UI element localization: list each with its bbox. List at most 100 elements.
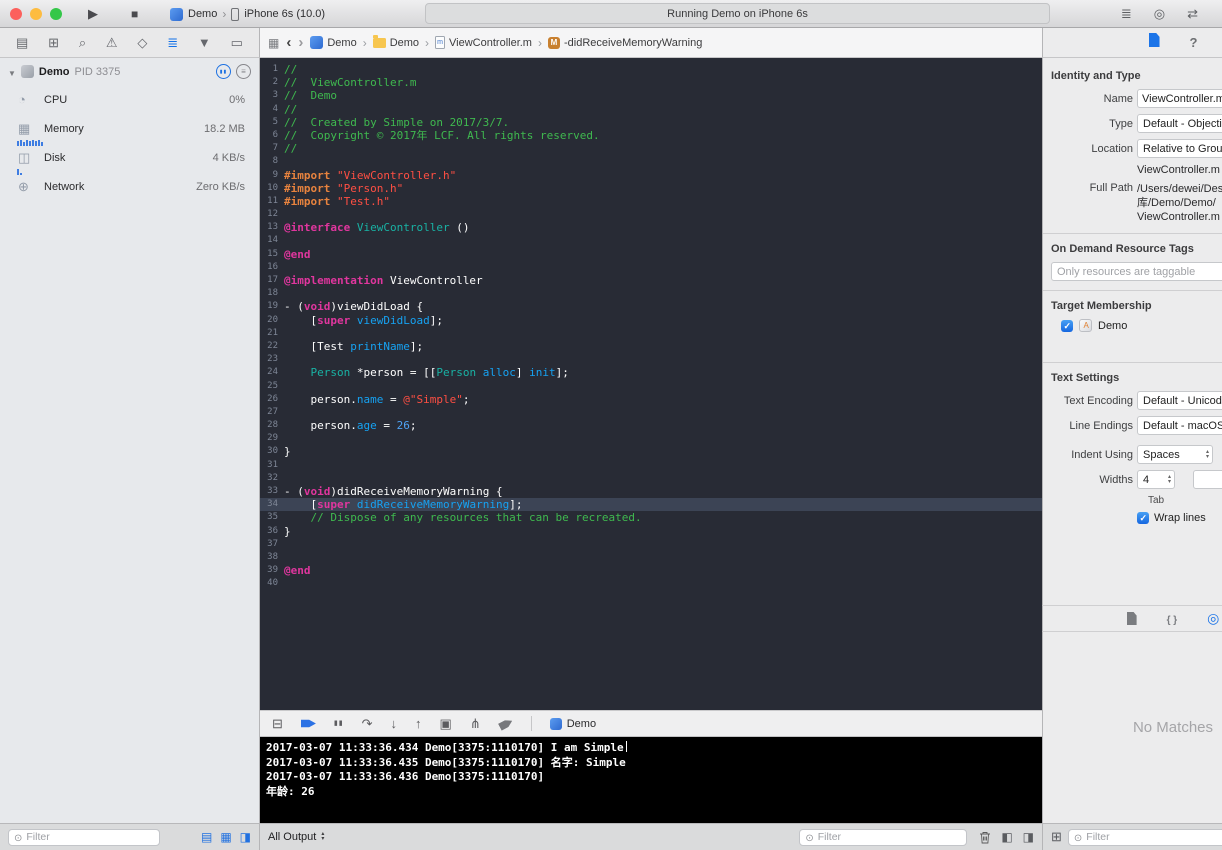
code-line[interactable]: 3// Demo [260,89,1042,102]
code-line[interactable]: 26 person.name = @"Simple"; [260,393,1042,406]
jumpbar-crumb[interactable]: Demo [310,36,357,49]
close-window-button[interactable] [10,8,22,20]
wrap-lines-row[interactable]: Wrap lines [1051,512,1222,524]
memory-graph-button[interactable] [236,64,251,79]
code-line[interactable]: 8 [260,155,1042,168]
gauge-view-icon-1[interactable]: ▤ [201,830,212,844]
step-out-icon[interactable]: ↑ [415,717,422,730]
line-number[interactable]: 7 [260,142,284,155]
indent-width-stepper[interactable] [1193,470,1222,489]
code-line[interactable]: 24 Person *person = [[Person alloc] init… [260,366,1042,379]
file-inspector-tab[interactable] [1148,33,1160,52]
assistant-editor-icon[interactable]: ◎ [1154,6,1165,22]
line-number[interactable]: 10 [260,182,284,195]
code-line[interactable]: 32 [260,472,1042,485]
code-line[interactable]: 30} [260,445,1042,458]
code-line[interactable]: 37 [260,538,1042,551]
simulate-location-icon[interactable] [497,716,514,731]
code-line[interactable]: 7// [260,142,1042,155]
pause-process-button[interactable] [216,64,231,79]
line-endings-popup[interactable]: Default - macOS [1137,416,1222,435]
console-filter-input[interactable] [817,831,962,843]
debug-process-selector[interactable]: Demo [549,717,596,730]
code-line[interactable]: 35 // Dispose of any resources that can … [260,511,1042,524]
line-number[interactable]: 39 [260,564,284,577]
disclosure-triangle-icon[interactable] [8,63,16,81]
object-library-icon[interactable] [1207,610,1219,628]
code-line[interactable]: 21 [260,327,1042,340]
code-line[interactable]: 14 [260,234,1042,247]
text-encoding-popup[interactable]: Default - Unicod [1137,391,1222,410]
line-number[interactable]: 23 [260,353,284,366]
code-line[interactable]: 36} [260,525,1042,538]
code-line[interactable]: 16 [260,261,1042,274]
location-popup[interactable]: Relative to Group [1137,139,1222,158]
target-checkbox[interactable] [1061,319,1073,332]
line-number[interactable]: 3 [260,89,284,102]
breakpoints-toggle-icon[interactable] [300,719,316,728]
console-pane-toggle-icon[interactable]: ◨ [1023,830,1034,844]
back-button-icon[interactable] [286,34,291,51]
gauge-row-disk[interactable]: ◫ Disk 4 KB/s [0,143,259,175]
jumpbar-crumb[interactable]: Demo [372,35,419,49]
code-line[interactable]: 2// ViewController.m [260,76,1042,89]
library-filter-input[interactable] [1086,831,1222,843]
line-number[interactable]: 37 [260,538,284,551]
variables-pane-toggle-icon[interactable]: ◧ [1001,830,1012,844]
line-number[interactable]: 26 [260,393,284,406]
resource-tags-input[interactable] [1057,265,1222,278]
line-number[interactable]: 32 [260,472,284,485]
library-filter-field[interactable] [1067,828,1222,846]
line-number[interactable]: 5 [260,116,284,129]
navigator-filter-input[interactable] [26,831,154,843]
code-line[interactable]: 29 [260,432,1042,445]
code-line[interactable]: 5// Created by Simple on 2017/3/7. [260,116,1042,129]
navigator-filter-field[interactable] [8,828,160,846]
line-number[interactable]: 12 [260,208,284,221]
line-number[interactable]: 4 [260,103,284,116]
minimize-window-button[interactable] [30,8,42,20]
line-number[interactable]: 31 [260,459,284,472]
project-navigator-icon[interactable]: ▤ [16,35,28,51]
output-scope-popup[interactable]: All Output [268,831,324,843]
search-navigator-icon[interactable]: ⌕ [79,35,86,51]
code-line[interactable]: 12 [260,208,1042,221]
step-over-icon[interactable]: ↷ [362,717,373,730]
code-line[interactable]: 38 [260,551,1042,564]
code-line[interactable]: 4// [260,103,1042,116]
stop-button[interactable]: ■ [131,0,138,28]
code-line[interactable]: 22 [Test printName]; [260,340,1042,353]
step-into-icon[interactable]: ↓ [391,717,398,730]
hide-debug-area-icon[interactable]: ⊟ [272,717,283,730]
line-number[interactable]: 27 [260,406,284,419]
test-navigator-icon[interactable]: ◇ [137,35,147,51]
symbol-navigator-icon[interactable]: ⊞ [48,35,59,51]
tab-width-stepper[interactable]: 4 [1137,470,1175,489]
quick-help-tab[interactable] [1190,34,1198,52]
line-number[interactable]: 1 [260,63,284,76]
line-number[interactable]: 28 [260,419,284,432]
code-snippet-library-icon[interactable] [1167,610,1178,628]
resource-tags-field[interactable] [1051,262,1222,281]
line-number[interactable]: 20 [260,314,284,327]
code-line[interactable]: 15 @end [260,248,1042,261]
line-number[interactable]: 36 [260,525,284,538]
memory-graph-icon[interactable]: ⋔ [470,717,481,730]
line-number[interactable]: 40 [260,577,284,590]
line-number[interactable]: 34 [260,498,284,511]
view-hierarchy-icon[interactable]: ▣ [440,717,452,730]
console-area[interactable]: 2017-03-07 11:33:36.434 Demo[3375:111017… [260,737,1042,823]
code-line[interactable]: 10 #import "Person.h" [260,182,1042,195]
file-type-popup[interactable]: Default - Objecti [1137,114,1222,133]
code-line[interactable]: 40 [260,577,1042,590]
related-items-icon[interactable] [268,36,279,50]
zoom-window-button[interactable] [50,8,62,20]
gauge-view-icon-2[interactable]: ▦ [220,830,231,844]
jumpbar-crumb[interactable]: m ViewController.m [435,36,532,49]
line-number[interactable]: 14 [260,234,284,247]
report-navigator-icon[interactable]: ▭ [231,35,243,51]
line-number[interactable]: 22 [260,340,284,353]
line-number[interactable]: 6 [260,129,284,142]
code-line[interactable]: 23 [260,353,1042,366]
code-line[interactable]: 13 @interface ViewController () [260,221,1042,234]
